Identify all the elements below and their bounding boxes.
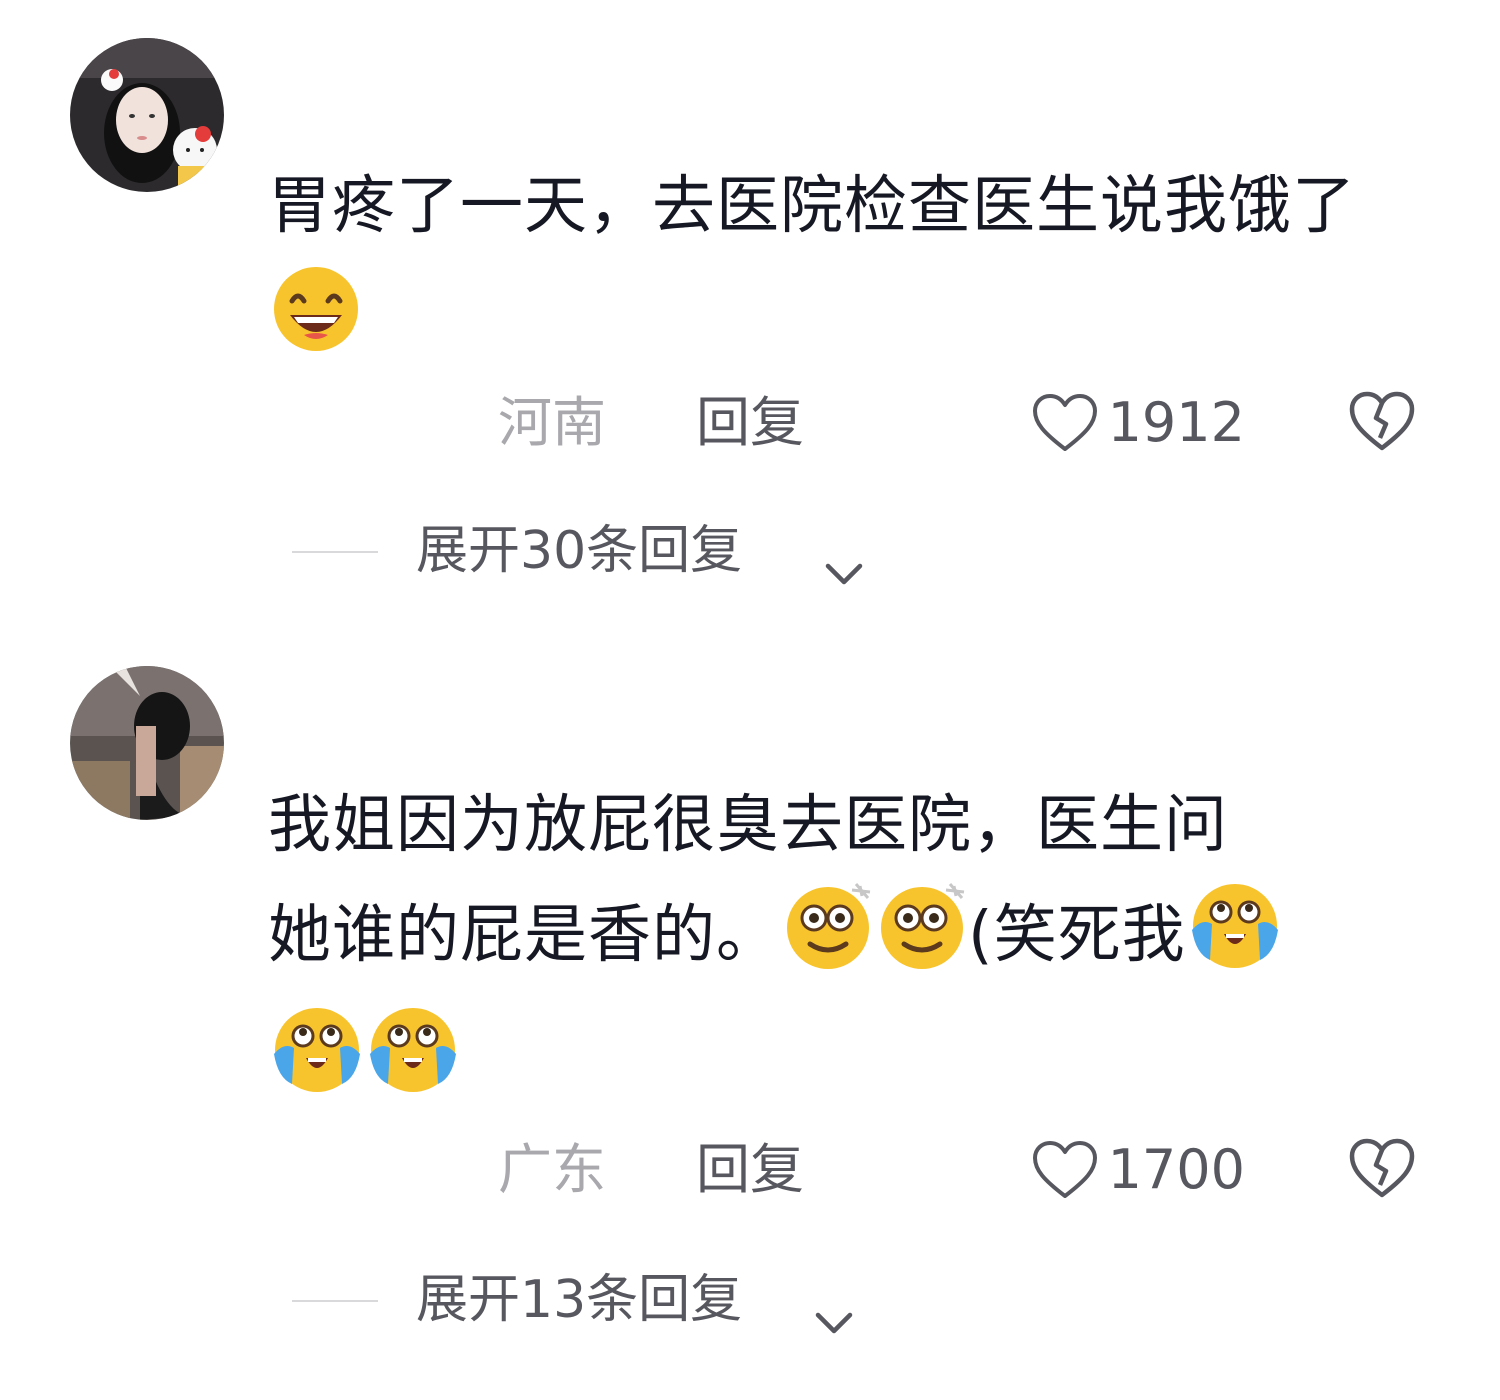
comment-body-part: (笑死我 [968, 898, 1186, 971]
comment-list: 胃疼了一天，去医院检查医生说我饿了 河南 回复 1912 展开30条回复 我姐因… [0, 0, 1500, 1400]
divider-line [292, 551, 378, 553]
heart-outline-icon [1032, 1141, 1097, 1198]
comment-text: 胃疼了一天，去医院检查医生说我饿了 [268, 150, 1408, 388]
comment-meta: 河南 回复 1912 [0, 388, 1500, 458]
comment-body-line: 她谁的屁是香的。 (笑死我 [268, 880, 1408, 1004]
comment-body-line [268, 1004, 1408, 1128]
broken-heart-icon [1349, 391, 1415, 451]
loudly-crying-laughing-emoji [1188, 880, 1282, 1004]
comment-body-part: 她谁的屁是香的。 [268, 898, 780, 971]
comment-meta: 广东 回复 1700 [0, 1135, 1500, 1205]
avatar[interactable] [70, 38, 224, 192]
location-label: 河南 [498, 391, 606, 454]
loudly-crying-laughing-emoji [270, 1004, 364, 1128]
expand-replies-label: 展开13条回复 [416, 1270, 743, 1330]
like-count: 1700 [1107, 1138, 1245, 1201]
dizzy-smile-emoji [782, 880, 874, 1004]
like-count: 1912 [1107, 391, 1245, 454]
expand-replies-label: 展开30条回复 [416, 521, 743, 581]
comment-item: 我姐因为放屁很臭去医院，医生问 她谁的屁是香的。 (笑死我 广东 回复 1700 … [0, 650, 1500, 1400]
comment-text: 我姐因为放屁很臭去医院，医生问 她谁的屁是香的。 (笑死我 [268, 770, 1408, 1128]
comment-item: 胃疼了一天，去医院检查医生说我饿了 河南 回复 1912 展开30条回复 [0, 0, 1500, 620]
chevron-down-icon [812, 1285, 856, 1355]
dislike-button[interactable] [1348, 390, 1416, 469]
divider-line [292, 1300, 378, 1302]
like-button[interactable]: 1700 [1032, 1135, 1245, 1205]
loudly-crying-laughing-emoji [366, 1004, 460, 1128]
grinning-face-emoji [270, 265, 362, 388]
comment-body-line: 我姐因为放屁很臭去医院，医生问 [268, 788, 1228, 861]
avatar[interactable] [70, 666, 224, 820]
like-button[interactable]: 1912 [1032, 388, 1245, 458]
heart-outline-icon [1032, 394, 1097, 451]
expand-replies-button[interactable]: 展开30条回复 [0, 516, 1500, 586]
comment-body: 胃疼了一天，去医院检查医生说我饿了 [268, 169, 1356, 242]
reply-button[interactable]: 回复 [696, 1135, 804, 1205]
location-label: 广东 [498, 1138, 606, 1201]
broken-heart-icon [1349, 1138, 1415, 1198]
chevron-down-icon [822, 536, 866, 606]
expand-replies-button[interactable]: 展开13条回复 [0, 1265, 1500, 1335]
dizzy-smile-emoji [876, 880, 968, 1004]
reply-button[interactable]: 回复 [696, 388, 804, 458]
dislike-button[interactable] [1348, 1137, 1416, 1216]
